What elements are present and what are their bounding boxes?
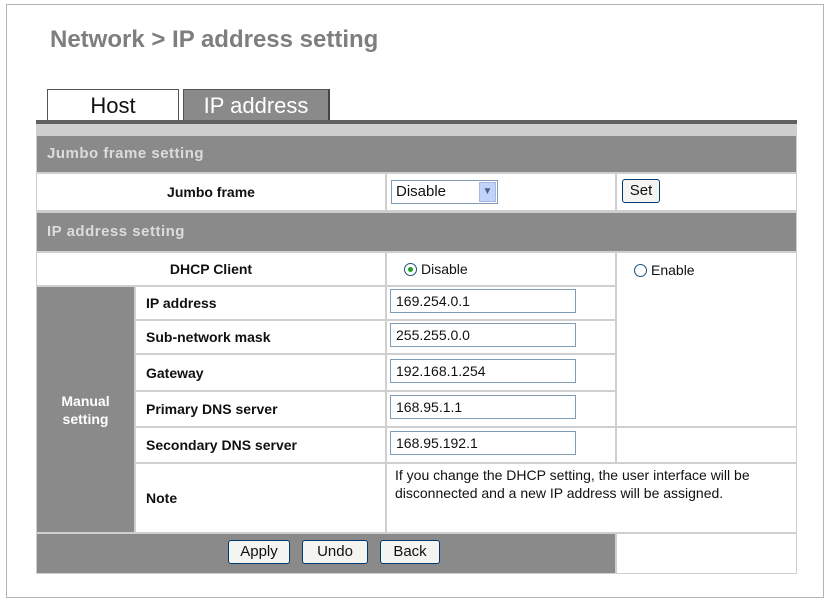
ip-address-input[interactable] bbox=[390, 289, 576, 313]
ip-address-label: IP address bbox=[136, 287, 385, 319]
radio-selected-icon[interactable] bbox=[404, 262, 417, 276]
back-button[interactable]: Back bbox=[380, 540, 440, 564]
jumbo-frame-select[interactable]: Disable ▼ bbox=[391, 180, 498, 204]
subnet-mask-input[interactable] bbox=[390, 323, 576, 347]
dhcp-disable-option[interactable]: Disable bbox=[387, 253, 615, 285]
gateway-label: Gateway bbox=[136, 355, 385, 390]
dhcp-disable-label: Disable bbox=[421, 261, 468, 277]
apply-button[interactable]: Apply bbox=[228, 540, 290, 564]
note-text: If you change the DHCP setting, the user… bbox=[387, 464, 796, 532]
action-bar: Apply Undo Back bbox=[37, 534, 615, 573]
primary-dns-cell bbox=[387, 392, 615, 426]
jumbo-section-header: Jumbo frame setting bbox=[37, 136, 796, 172]
dhcp-client-label: DHCP Client bbox=[37, 253, 385, 285]
note-label: Note bbox=[136, 464, 385, 532]
primary-dns-label: Primary DNS server bbox=[136, 392, 385, 426]
jumbo-select-cell: Disable ▼ bbox=[387, 174, 615, 210]
tab-host[interactable]: Host bbox=[47, 89, 179, 121]
jumbo-frame-label: Jumbo frame bbox=[37, 174, 385, 210]
tab-ip-address[interactable]: IP address bbox=[183, 89, 330, 121]
gateway-input[interactable] bbox=[390, 359, 576, 383]
secondary-dns-cell bbox=[387, 428, 615, 462]
subnet-mask-cell bbox=[387, 321, 615, 353]
dhcp-enable-cell: Enable bbox=[617, 253, 796, 426]
secondary-dns-spacer bbox=[617, 428, 796, 462]
undo-button[interactable]: Undo bbox=[302, 540, 368, 564]
primary-dns-input[interactable] bbox=[390, 395, 576, 419]
set-button[interactable]: Set bbox=[622, 179, 660, 203]
gateway-cell bbox=[387, 355, 615, 390]
manual-setting-text: Manual setting bbox=[61, 392, 110, 427]
page-title: Network > IP address setting bbox=[50, 26, 379, 53]
chevron-down-icon[interactable]: ▼ bbox=[479, 182, 496, 202]
ip-address-cell bbox=[387, 287, 615, 319]
dhcp-enable-label: Enable bbox=[651, 262, 695, 278]
secondary-dns-input[interactable] bbox=[390, 431, 576, 455]
action-bar-spacer bbox=[617, 534, 796, 573]
jumbo-frame-select-value: Disable bbox=[396, 183, 447, 200]
jumbo-set-cell: Set bbox=[617, 174, 796, 210]
secondary-dns-label: Secondary DNS server bbox=[136, 428, 385, 462]
dhcp-enable-option[interactable]: Enable bbox=[634, 262, 695, 278]
radio-unselected-icon[interactable] bbox=[634, 263, 647, 277]
ip-section-header: IP address setting bbox=[37, 213, 796, 251]
manual-setting-label: Manual setting bbox=[37, 287, 134, 532]
subnet-mask-label: Sub-network mask bbox=[136, 321, 385, 353]
